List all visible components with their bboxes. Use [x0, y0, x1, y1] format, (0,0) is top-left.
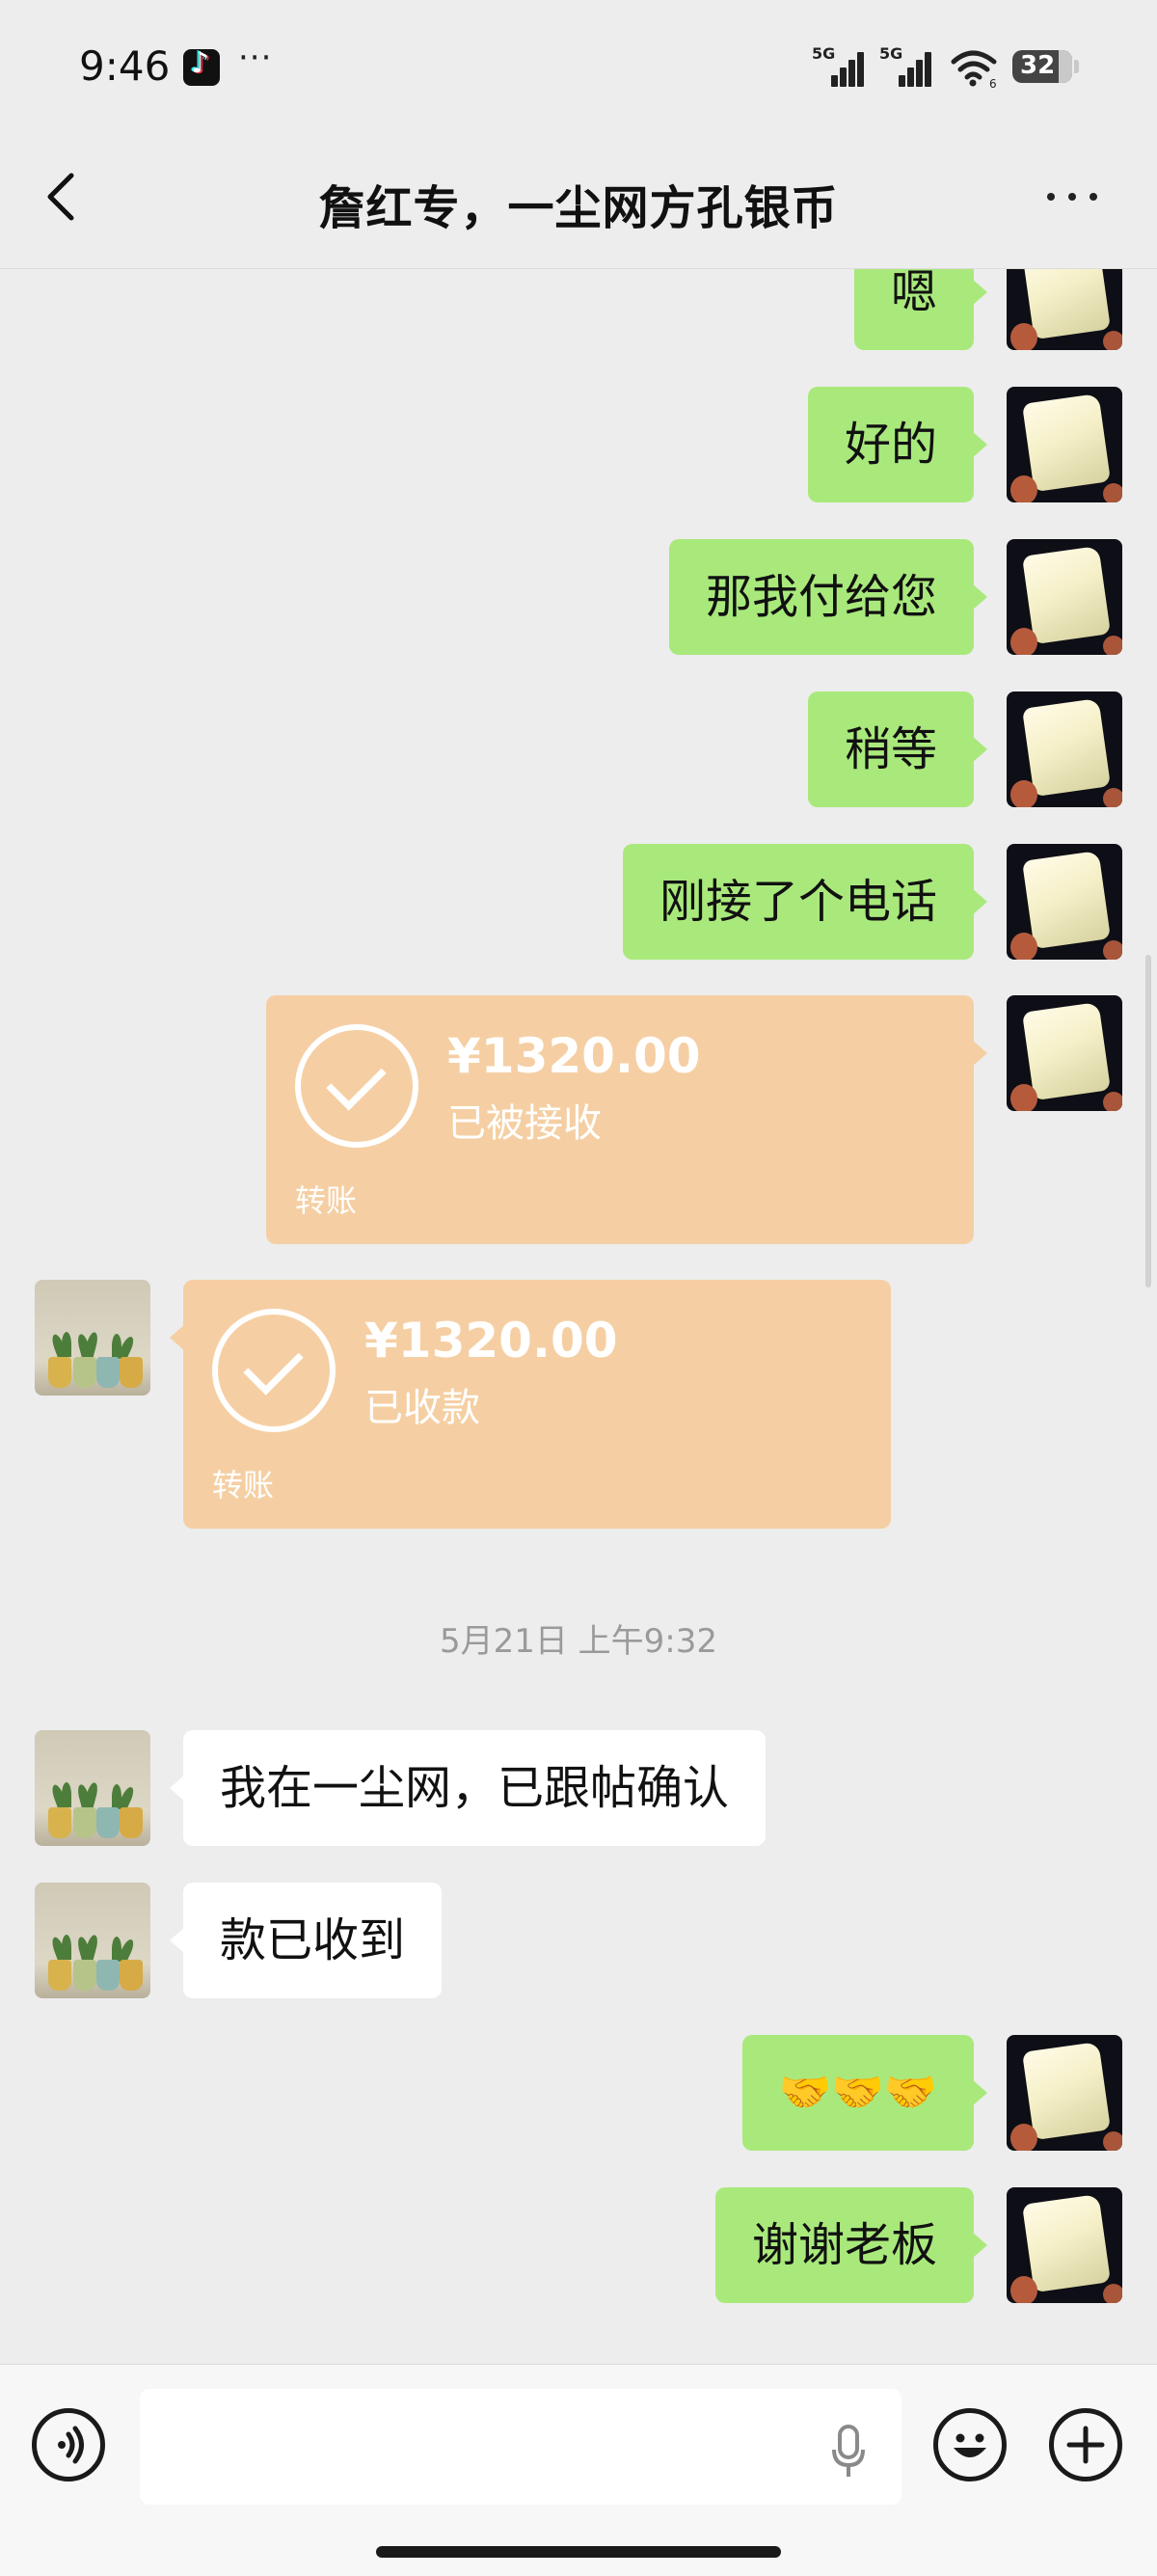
my-avatar[interactable] — [1007, 844, 1122, 960]
timestamp: 5月21日 上午9:32 — [439, 1622, 718, 1661]
message-bubble[interactable]: 我在一尘网，已跟帖确认 — [169, 1730, 767, 1846]
tiktok-icon — [183, 46, 220, 86]
battery-icon: 32 — [1012, 50, 1072, 83]
my-avatar[interactable] — [1007, 995, 1122, 1111]
transfer-card-sent[interactable]: ¥1320.00 已被接收 转账 — [266, 995, 987, 1244]
home-indicator[interactable] — [376, 2546, 781, 2558]
transfer-amount: ¥1320.00 — [364, 1313, 618, 1369]
my-avatar[interactable] — [1007, 691, 1122, 807]
input-bar — [0, 2364, 1157, 2576]
message-bubble[interactable]: 稍等 — [807, 691, 988, 807]
message-row: 嗯 — [0, 269, 1157, 350]
signal-icon-2: 5G — [879, 44, 933, 87]
status-more-icon: ··· — [238, 39, 273, 77]
voice-icon[interactable] — [32, 2408, 105, 2481]
back-chevron-icon[interactable] — [39, 168, 89, 226]
message-row: 那我付给您 — [0, 539, 1157, 655]
message-bubble[interactable]: 谢谢老板 — [714, 2187, 988, 2303]
chat-title: 詹红专，一尘网方孔银币 — [318, 181, 839, 235]
contact-avatar[interactable] — [35, 1883, 150, 1998]
message-bubble[interactable]: 🤝🤝🤝 — [741, 2035, 988, 2151]
message-bubble[interactable]: 好的 — [807, 387, 988, 502]
message-bubble[interactable]: 款已收到 — [169, 1883, 443, 1998]
my-avatar[interactable] — [1007, 2035, 1122, 2151]
message-row: ¥1320.00 已被接收 转账 — [0, 995, 1157, 1244]
more-dots-icon[interactable] — [1041, 172, 1109, 220]
emoji-icon[interactable] — [933, 2408, 1007, 2481]
transfer-label: 转账 — [295, 1182, 358, 1219]
my-avatar[interactable] — [1007, 2187, 1122, 2303]
transfer-status: 已被接收 — [447, 1101, 602, 1146]
message-row: ¥1320.00 已收款 转账 — [0, 1280, 1157, 1529]
check-circle-icon — [295, 1024, 418, 1148]
check-circle-icon — [212, 1309, 336, 1432]
message-bubble[interactable]: 那我付给您 — [668, 539, 988, 655]
message-bubble[interactable]: 刚接了个电话 — [622, 844, 988, 960]
my-avatar[interactable] — [1007, 387, 1122, 502]
status-time: 9:46 — [79, 42, 171, 90]
transfer-amount: ¥1320.00 — [447, 1028, 701, 1084]
battery-level: 32 — [1020, 51, 1056, 80]
message-row: 好的 — [0, 387, 1157, 502]
status-bar: 9:46 ··· 5G 5G 6 32 — [0, 0, 1157, 125]
contact-avatar[interactable] — [35, 1730, 150, 1846]
message-row: 稍等 — [0, 691, 1157, 807]
wifi-sub-label: 6 — [989, 77, 997, 89]
contact-avatar[interactable] — [35, 1280, 150, 1396]
message-row: 款已收到 — [0, 1883, 1157, 1998]
message-list[interactable]: 嗯 好的 那我付给您 稍等 刚接了个电话 ¥1320.00 已被接收 转账 ¥1… — [0, 269, 1157, 2364]
transfer-status: 已收款 — [364, 1386, 480, 1430]
scrollbar[interactable] — [1145, 955, 1151, 1288]
signal-network-label: 5G — [812, 44, 836, 63]
wifi-icon: 6 — [951, 50, 997, 89]
message-input[interactable] — [140, 2389, 901, 2505]
transfer-card-received[interactable]: ¥1320.00 已收款 转账 — [170, 1280, 891, 1529]
message-row: 我在一尘网，已跟帖确认 — [0, 1730, 1157, 1846]
message-row: 刚接了个电话 — [0, 844, 1157, 960]
my-avatar[interactable] — [1007, 269, 1122, 350]
signal-network-label-2: 5G — [879, 44, 903, 63]
plus-icon[interactable] — [1049, 2408, 1122, 2481]
message-row: 🤝🤝🤝 — [0, 2035, 1157, 2151]
chat-header: 詹红专，一尘网方孔银币 — [0, 125, 1157, 269]
transfer-label: 转账 — [212, 1467, 275, 1504]
microphone-icon[interactable] — [831, 2425, 866, 2479]
signal-icon: 5G — [812, 44, 866, 87]
message-bubble[interactable]: 嗯 — [853, 269, 988, 350]
message-row: 谢谢老板 — [0, 2187, 1157, 2303]
my-avatar[interactable] — [1007, 539, 1122, 655]
